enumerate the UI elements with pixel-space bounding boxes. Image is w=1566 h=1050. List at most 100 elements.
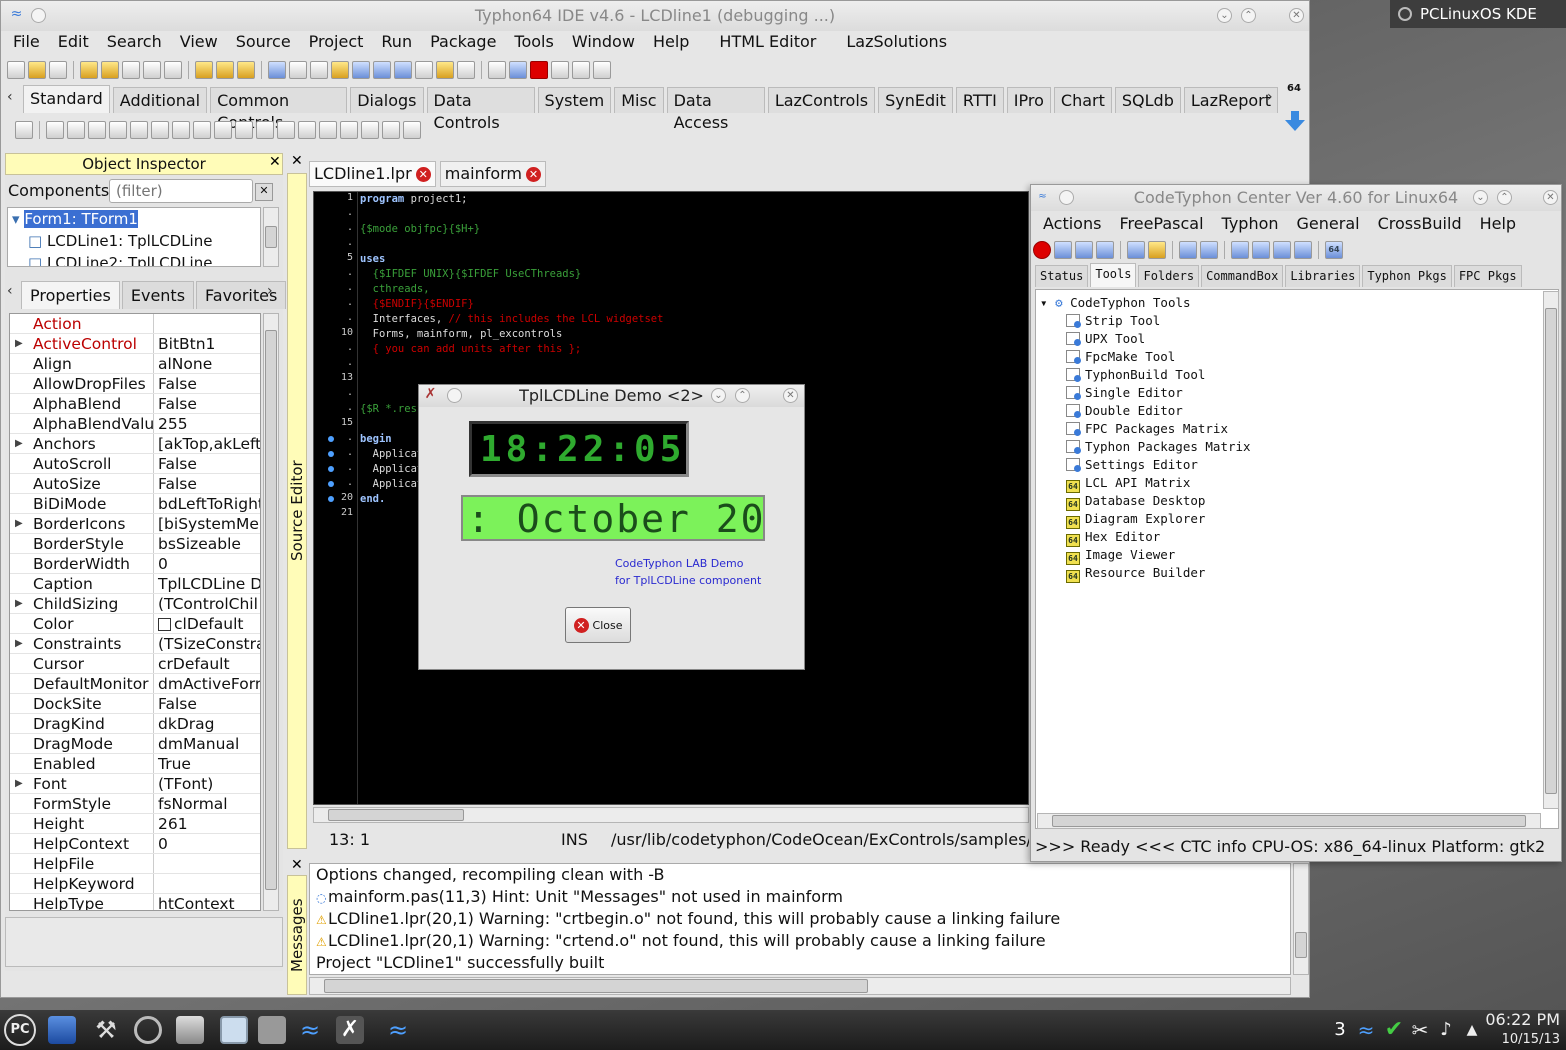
close-icon[interactable] bbox=[164, 61, 182, 79]
clock[interactable]: 06:22 PM 10/15/13 bbox=[1485, 1010, 1560, 1050]
menu-source[interactable]: Source bbox=[230, 29, 297, 55]
palette-down-arrow-icon[interactable] bbox=[1285, 111, 1305, 131]
palette-tab-common-controls[interactable]: Common Controls bbox=[210, 87, 348, 132]
dialog-close-icon[interactable]: ✕ bbox=[783, 388, 798, 403]
project-options-icon[interactable] bbox=[331, 61, 349, 79]
close-tab-icon[interactable]: ✕ bbox=[415, 166, 431, 182]
dialog-menu-icon[interactable] bbox=[447, 388, 462, 403]
breakpoint-dot-icon[interactable] bbox=[328, 466, 334, 472]
edit-icon[interactable] bbox=[130, 121, 148, 139]
property-row[interactable]: Caption TplLCDLine De bbox=[10, 574, 260, 594]
dialog-close-button[interactable]: ✕ Close bbox=[565, 607, 631, 643]
view-units-icon[interactable] bbox=[195, 61, 213, 79]
messages-close-icon[interactable]: ✕ bbox=[291, 857, 303, 873]
message-item[interactable]: ⚠ LCDline1.lpr(20,1) Warning: "crtbegin.… bbox=[310, 908, 1290, 930]
property-row[interactable]: HelpFile bbox=[10, 854, 260, 874]
property-value[interactable]: clDefault bbox=[154, 614, 260, 633]
ctc-tab-status[interactable]: Status bbox=[1035, 265, 1089, 287]
object-inspector-close-icon[interactable]: ✕ bbox=[269, 154, 281, 170]
code-line[interactable]: {$mode objfpc}{$H+} bbox=[360, 222, 1028, 237]
ctc-menu-general[interactable]: General bbox=[1291, 211, 1366, 237]
ctc-task-icon[interactable]: ≈ bbox=[384, 1016, 412, 1044]
property-row[interactable]: HelpContext 0 bbox=[10, 834, 260, 854]
property-value[interactable]: dmActiveForm bbox=[154, 674, 260, 693]
ctc-menu-actions[interactable]: Actions bbox=[1037, 211, 1107, 237]
run-icon[interactable] bbox=[488, 61, 506, 79]
radio-group-icon[interactable] bbox=[319, 121, 337, 139]
property-value[interactable]: (TControlChil bbox=[154, 594, 260, 613]
project-inspector-icon[interactable] bbox=[352, 61, 370, 79]
breakpoint-dot-icon[interactable] bbox=[328, 496, 334, 502]
ctc-tool-item[interactable]: 64 Diagram Explorer bbox=[1066, 510, 1205, 529]
ctc-tool-item[interactable]: 64 LCL API Matrix bbox=[1066, 474, 1190, 493]
ctc-tool-item[interactable]: Typhon Packages Matrix bbox=[1066, 438, 1251, 456]
palette-tab-additional[interactable]: Additional bbox=[112, 87, 208, 113]
property-row[interactable]: DefaultMonitor dmActiveForm bbox=[10, 674, 260, 694]
expand-property-icon[interactable]: ▶ bbox=[15, 634, 23, 653]
window-menu-icon[interactable] bbox=[31, 8, 46, 23]
compile-icon[interactable] bbox=[394, 61, 412, 79]
download-icon[interactable] bbox=[1054, 241, 1072, 259]
save-icon[interactable] bbox=[122, 61, 140, 79]
source-editor-close-icon[interactable]: ✕ bbox=[291, 153, 303, 169]
ctc-menu-help[interactable]: Help bbox=[1474, 211, 1522, 237]
expand-property-icon[interactable]: ▶ bbox=[15, 594, 23, 613]
terminal-icon[interactable] bbox=[1127, 241, 1145, 259]
messages-scrollbar[interactable] bbox=[1293, 863, 1309, 975]
property-row[interactable]: HelpKeyword bbox=[10, 874, 260, 894]
config-icon[interactable] bbox=[1273, 241, 1291, 259]
view-forms-icon[interactable] bbox=[216, 61, 234, 79]
dialog-maximize-icon[interactable]: ⌃ bbox=[735, 388, 750, 403]
stop-icon[interactable] bbox=[1033, 241, 1051, 259]
property-row[interactable]: AlphaBlendValue 255 bbox=[10, 414, 260, 434]
property-value[interactable]: [biSystemMen bbox=[154, 514, 260, 533]
property-row[interactable]: Align alNone bbox=[10, 354, 260, 374]
toggle-form-icon[interactable] bbox=[237, 61, 255, 79]
property-grid-scrollbar[interactable] bbox=[263, 313, 279, 911]
tray-counter[interactable]: 3 bbox=[1326, 1016, 1354, 1044]
ctc-tab-folders[interactable]: Folders bbox=[1138, 265, 1200, 287]
property-value[interactable]: TplLCDLine De bbox=[154, 574, 260, 593]
property-value[interactable]: dmManual bbox=[154, 734, 260, 753]
property-value[interactable]: False bbox=[154, 474, 260, 493]
step-into-icon[interactable] bbox=[551, 61, 569, 79]
group-box-icon[interactable] bbox=[298, 121, 316, 139]
tree-node[interactable]: ▾ Form1: TForm1 bbox=[8, 208, 260, 230]
new-form-icon[interactable] bbox=[49, 61, 67, 79]
property-value[interactable] bbox=[154, 874, 260, 893]
clean-icon[interactable] bbox=[1200, 241, 1218, 259]
property-row[interactable]: AllowDropFiles False bbox=[10, 374, 260, 394]
source-tab-1[interactable]: mainform ✕ bbox=[439, 161, 547, 187]
palette-scroll-right-icon[interactable]: › bbox=[1267, 89, 1273, 105]
new-unit-icon[interactable] bbox=[28, 61, 46, 79]
property-value[interactable]: (TFont) bbox=[154, 774, 260, 793]
start-menu-button[interactable]: PC bbox=[4, 1014, 36, 1046]
expand-icon[interactable]: ▾ bbox=[12, 210, 24, 228]
dialog-minimize-icon[interactable]: ⌄ bbox=[711, 388, 726, 403]
ctc-tree-scrollbar[interactable] bbox=[1543, 291, 1559, 809]
property-row[interactable]: DragKind dkDrag bbox=[10, 714, 260, 734]
step-over-icon[interactable] bbox=[572, 61, 590, 79]
property-row[interactable]: ▶ Anchors [akTop,akLeft bbox=[10, 434, 260, 454]
message-item[interactable]: Project "LCDline1" successfully built bbox=[310, 952, 1290, 974]
editor-horizontal-scrollbar[interactable] bbox=[313, 807, 1029, 823]
menu-file[interactable]: File bbox=[7, 29, 46, 55]
memo-icon[interactable] bbox=[151, 121, 169, 139]
ctc-tree-root[interactable]: ▾ ⚙ CodeTyphon Tools bbox=[1040, 294, 1191, 312]
check-box-icon[interactable] bbox=[193, 121, 211, 139]
button-icon[interactable] bbox=[88, 121, 106, 139]
messages-horizontal-scrollbar[interactable] bbox=[309, 977, 1291, 995]
property-row[interactable]: FormStyle fsNormal bbox=[10, 794, 260, 814]
check-group-icon[interactable] bbox=[340, 121, 358, 139]
file-manager-icon[interactable] bbox=[220, 1016, 248, 1044]
property-row[interactable]: AutoSize False bbox=[10, 474, 260, 494]
ctc-tool-item[interactable]: 64 Database Desktop bbox=[1066, 492, 1205, 511]
property-row[interactable]: AlphaBlend False bbox=[10, 394, 260, 414]
property-row[interactable]: DockSite False bbox=[10, 694, 260, 714]
ctc-minimize-icon[interactable]: ⌄ bbox=[1473, 190, 1488, 205]
control-center-icon[interactable] bbox=[134, 1016, 162, 1044]
ctc-app-icon[interactable]: ≈ bbox=[1035, 190, 1050, 205]
property-value[interactable]: 0 bbox=[154, 834, 260, 853]
message-item[interactable]: Options changed, recompiling clean with … bbox=[310, 864, 1290, 886]
property-value[interactable] bbox=[154, 314, 260, 333]
